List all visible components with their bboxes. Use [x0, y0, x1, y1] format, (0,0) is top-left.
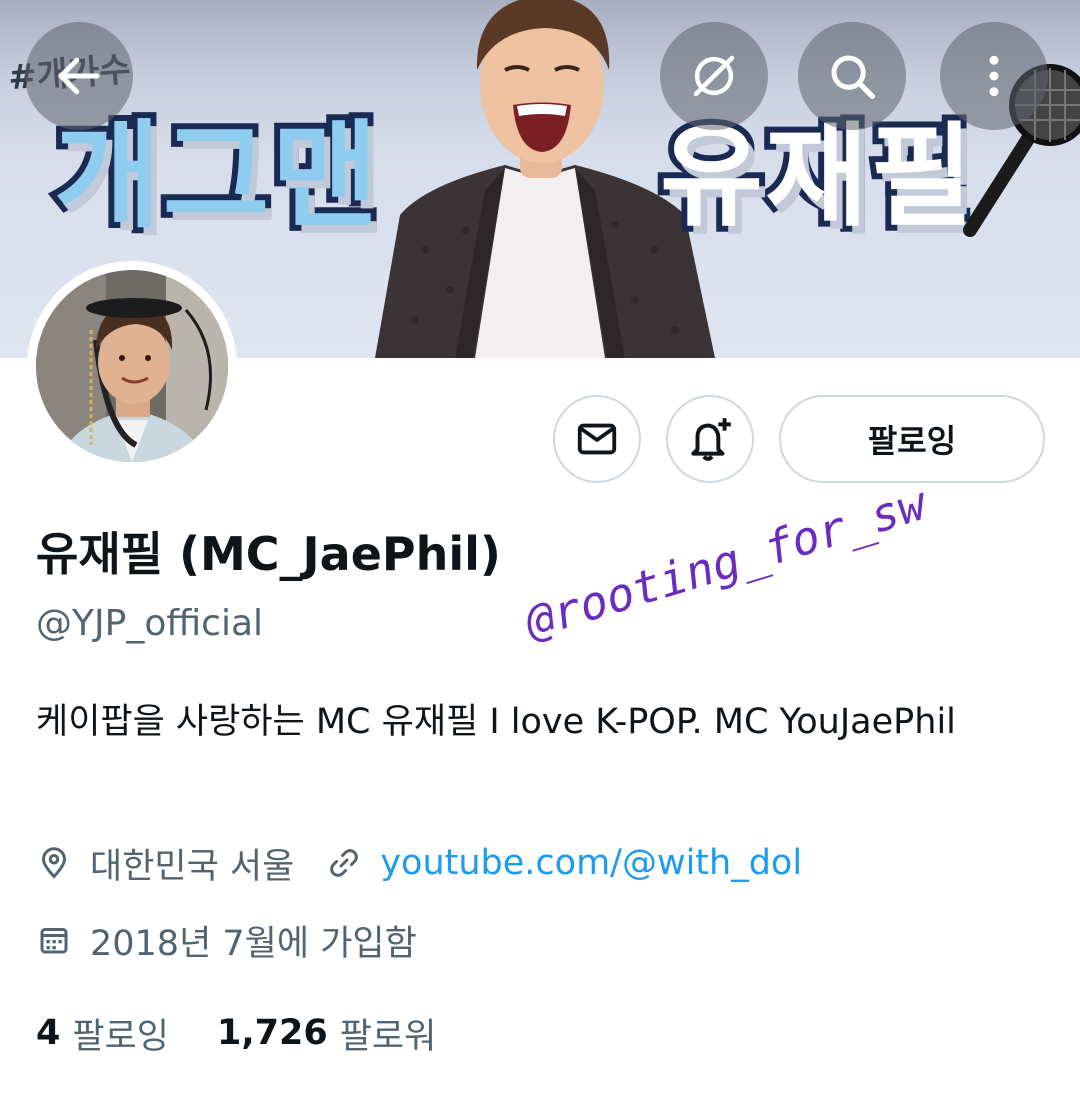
link-icon [330, 849, 359, 877]
arrow-left-icon [58, 57, 100, 95]
back-button[interactable] [25, 22, 133, 130]
following-button[interactable]: 팔로잉 [779, 395, 1045, 483]
joined-date: 2018년 7월에 가입함 [90, 923, 417, 964]
mail-icon [577, 423, 617, 455]
more-vertical-icon [989, 55, 999, 97]
eye-slash-icon [693, 55, 735, 97]
followers-label: 팔로워 [339, 1016, 437, 1057]
website-link[interactable]: youtube.com/@with_dol [380, 843, 802, 883]
bell-plus-icon [691, 418, 731, 461]
avatar [36, 270, 228, 462]
calendar-icon [40, 928, 68, 954]
following-label: 팔로잉 [72, 1016, 169, 1057]
search-icon [831, 55, 875, 99]
user-handle: @YJP_official [36, 603, 264, 644]
search-button[interactable] [798, 22, 906, 130]
avatar-frame[interactable] [27, 261, 237, 471]
following-count: 4 [36, 1013, 61, 1053]
more-options-button[interactable] [940, 22, 1048, 130]
profile-meta-joined: 2018년 7월에 가입함 [36, 915, 417, 965]
location-text: 대한민국 서울 [90, 846, 295, 887]
watermark-text: @rooting_for_sw [519, 475, 933, 649]
location-pin-icon [41, 847, 67, 879]
followers-stat[interactable]: 1,726 팔로워 [217, 1008, 436, 1059]
follow-stats: 4 팔로잉 1,726 팔로워 [36, 1008, 436, 1058]
profile-meta-location-link: 대한민국 서울 youtube.com/@with_dol [36, 838, 802, 888]
hide-replies-button[interactable] [660, 22, 768, 130]
following-stat[interactable]: 4 팔로잉 [36, 1008, 169, 1059]
message-button[interactable] [553, 395, 641, 483]
profile-bio: 케이팝을 사랑하는 MC 유재필 I love K-POP. MC YouJae… [36, 702, 956, 742]
display-name: 유재필 (MC_JaePhil) [36, 527, 501, 581]
followers-count: 1,726 [216, 1013, 328, 1053]
notifications-button[interactable] [666, 395, 754, 483]
